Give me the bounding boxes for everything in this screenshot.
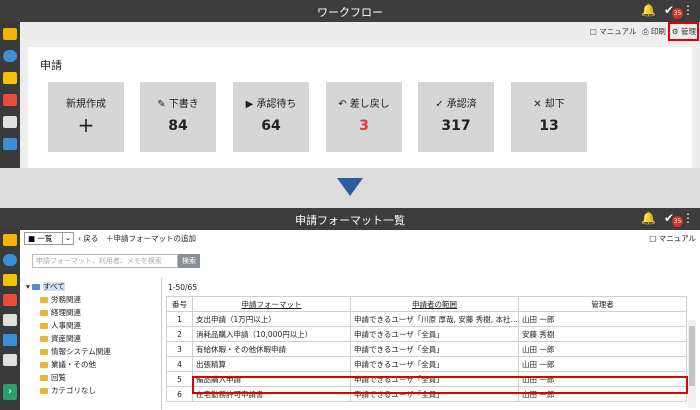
view-select[interactable]: ■ 一覧 ⌄ (24, 232, 74, 245)
down-arrow-icon (337, 178, 363, 196)
notification-badge: 35 (672, 216, 683, 227)
bottom-main: ■ 一覧 ⌄ ‹ 戻る ＋申請フォーマットの追加 □ マニュアル 申請フォーマッ… (20, 230, 700, 410)
database-icon[interactable] (3, 50, 17, 62)
row-highlight (192, 376, 688, 394)
tile-approved[interactable]: ✓ 承認済 317 (418, 82, 494, 152)
folder-icon (40, 362, 48, 368)
chat-icon[interactable] (3, 138, 17, 150)
bottom-title-bar: 申請フォーマット一覧 🔔 ✔ ⋮ 35 (0, 208, 700, 230)
scrollbar[interactable] (688, 320, 696, 408)
table-header[interactable]: 申請者の範囲 (350, 296, 519, 312)
folder-icon (40, 297, 48, 303)
table-header: 番号 (166, 296, 193, 312)
bag-icon[interactable] (3, 72, 17, 84)
folder-icon (40, 349, 48, 355)
bell-icon[interactable]: 🔔 (641, 3, 656, 17)
more-icon[interactable]: ⋮ (682, 211, 694, 225)
more-icon[interactable]: ⋮ (682, 3, 694, 17)
return-icon: ↶ (338, 99, 350, 110)
manual-link[interactable]: □ マニュアル (590, 26, 637, 37)
top-title-bar: ワークフロー 🔔 ✔ ⋮ 35 (0, 0, 700, 22)
tree-item[interactable]: 情報システム関連 (26, 345, 111, 358)
mail-icon[interactable] (3, 294, 17, 306)
chat-icon[interactable] (3, 334, 17, 346)
table-header: 管理者 (518, 296, 687, 312)
category-tree: ▾ すべて 労務関連 経理関連 人事関連 資産関連 情報システム関連 業議・その… (24, 278, 162, 410)
list-icon[interactable] (3, 354, 17, 366)
notification-badge: 35 (672, 8, 683, 19)
bag-icon[interactable] (3, 274, 17, 286)
tree-item[interactable]: 業議・その他 (26, 358, 111, 371)
tree-item[interactable]: 回覧 (26, 371, 111, 384)
tree-item[interactable]: 資産関連 (26, 332, 111, 345)
home-icon[interactable] (3, 28, 17, 40)
top-sidebar (0, 22, 20, 168)
admin-highlight (668, 22, 699, 41)
home-icon[interactable] (3, 234, 17, 246)
request-section: 申請 新規作成 + ✎ 下書き 84 ▶ 承認待ち 64 ↶ 差し戻し 3 ✓ … (28, 47, 692, 168)
folder-icon (40, 336, 48, 342)
document-icon[interactable] (3, 314, 17, 326)
folder-icon (40, 388, 48, 394)
table-row[interactable]: 1 支出申請（1万円以上） 申請できるユーザ「川原 厚哉, 安藤 秀樹, 本社… 山田… (166, 311, 687, 327)
add-format-link[interactable]: ＋申請フォーマットの追加 (106, 233, 196, 244)
page-title: ワークフロー (317, 6, 383, 19)
search-button[interactable]: 検索 (178, 254, 200, 268)
search-input[interactable]: 申請フォーマット、利用者、メモを検索 (32, 254, 178, 268)
section-title: 申請 (40, 59, 62, 72)
manual-link[interactable]: □ マニュアル (649, 233, 696, 244)
top-main: □ マニュアル ⎙ 印刷 ⚙ 管理 申請 新規作成 + ✎ 下書き 84 ▶ 承… (20, 22, 700, 168)
chevron-down-icon: ▾ (26, 282, 30, 291)
tile-new[interactable]: 新規作成 + (48, 82, 124, 152)
table-row[interactable]: 3 有給休暇・その他休暇申請 申請できるユーザ「全員」 山田 一郎 (166, 341, 687, 357)
scrollbar-thumb[interactable] (689, 326, 695, 386)
mail-icon[interactable] (3, 94, 17, 106)
tree-item[interactable]: 労務関連 (26, 293, 111, 306)
pencil-icon: ✎ (157, 99, 169, 110)
page-title: 申請フォーマット一覧 (295, 214, 405, 227)
print-link[interactable]: ⎙ 印刷 (643, 26, 666, 37)
tree-root[interactable]: ▾ すべて (26, 280, 111, 293)
check-icon: ✓ (435, 99, 447, 110)
document-icon[interactable] (3, 116, 17, 128)
tree-item[interactable]: 経理関連 (26, 306, 111, 319)
bottom-sidebar: › (0, 230, 20, 410)
expand-icon[interactable]: › (3, 384, 17, 400)
pagination: 1-50/65 (168, 283, 198, 292)
tile-pending[interactable]: ▶ 承認待ち 64 (233, 82, 309, 152)
play-icon: ▶ (245, 99, 257, 110)
separator (0, 168, 700, 208)
table-row[interactable]: 4 出張精算 申請できるユーザ「全員」 山田 一郎 (166, 356, 687, 372)
plus-icon: + (77, 113, 95, 137)
table-header[interactable]: 申請フォーマット (192, 296, 351, 312)
tile-rejected[interactable]: ✕ 却下 13 (511, 82, 587, 152)
table-row[interactable]: 2 消耗品購入申請（10,000円以上） 申請できるユーザ「全員」 安藤 秀樹 (166, 326, 687, 342)
chevron-down-icon: ⌄ (62, 232, 73, 245)
bell-icon[interactable]: 🔔 (641, 211, 656, 225)
folder-icon (40, 323, 48, 329)
tree-item[interactable]: 人事関連 (26, 319, 111, 332)
back-link[interactable]: ‹ 戻る (78, 233, 98, 244)
folder-icon (40, 375, 48, 381)
database-icon[interactable] (3, 254, 17, 266)
tile-draft[interactable]: ✎ 下書き 84 (140, 82, 216, 152)
folder-icon (40, 310, 48, 316)
tile-returned[interactable]: ↶ 差し戻し 3 (326, 82, 402, 152)
tree-item[interactable]: カテゴリなし (26, 384, 111, 397)
close-icon: ✕ (533, 99, 545, 110)
